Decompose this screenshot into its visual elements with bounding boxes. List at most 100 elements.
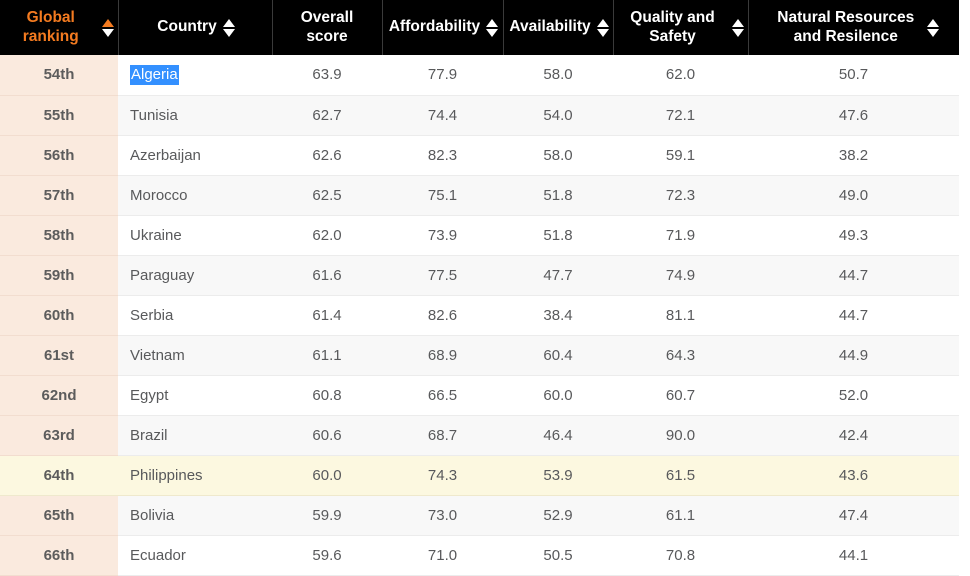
table-row[interactable]: 60thSerbia61.482.638.481.144.7: [0, 295, 959, 335]
table-body: 54thAlgeria63.977.958.062.050.755thTunis…: [0, 55, 959, 575]
cell-country: Bolivia: [118, 495, 272, 535]
cell-quality-and-safety: 64.3: [613, 335, 748, 375]
cell-overall-score: 59.9: [272, 495, 382, 535]
sort-ascending-icon[interactable]: [102, 19, 114, 27]
column-header-quality-and-safety[interactable]: Quality and Safety: [613, 0, 748, 55]
table-header-row: Global ranking Country: [0, 0, 959, 55]
sort-arrows-global-ranking[interactable]: [102, 19, 114, 37]
cell-availability: 38.4: [503, 295, 613, 335]
cell-country: Azerbaijan: [118, 135, 272, 175]
cell-overall-score: 61.1: [272, 335, 382, 375]
cell-overall-score: 60.6: [272, 415, 382, 455]
table-row[interactable]: 66thEcuador59.671.050.570.844.1: [0, 535, 959, 575]
cell-global-ranking: 61st: [0, 335, 118, 375]
cell-global-ranking: 66th: [0, 535, 118, 575]
cell-global-ranking: 60th: [0, 295, 118, 335]
selected-text-highlight[interactable]: Algeria: [130, 65, 179, 85]
sort-descending-icon[interactable]: [927, 29, 939, 37]
cell-availability: 51.8: [503, 175, 613, 215]
cell-country: Algeria: [118, 55, 272, 95]
cell-overall-score: 61.4: [272, 295, 382, 335]
table-row[interactable]: 62ndEgypt60.866.560.060.752.0: [0, 375, 959, 415]
cell-quality-and-safety: 71.9: [613, 215, 748, 255]
cell-affordability: 74.3: [382, 455, 503, 495]
table-row[interactable]: 64thPhilippines60.074.353.961.543.6: [0, 455, 959, 495]
cell-quality-and-safety: 70.8: [613, 535, 748, 575]
column-header-natural-resources-and-resilence[interactable]: Natural Resources and Resilence: [748, 0, 959, 55]
cell-quality-and-safety: 61.1: [613, 495, 748, 535]
cell-natural-resources-and-resilence: 47.6: [748, 95, 959, 135]
table-row[interactable]: 57thMorocco62.575.151.872.349.0: [0, 175, 959, 215]
sort-descending-icon[interactable]: [732, 29, 744, 37]
column-header-label: Affordability: [387, 18, 482, 36]
cell-global-ranking: 58th: [0, 215, 118, 255]
cell-global-ranking: 55th: [0, 95, 118, 135]
cell-affordability: 77.5: [382, 255, 503, 295]
sort-arrows-availability[interactable]: [597, 19, 609, 37]
cell-country: Paraguay: [118, 255, 272, 295]
column-header-overall-score[interactable]: Overall score: [272, 0, 382, 55]
cell-global-ranking: 63rd: [0, 415, 118, 455]
sort-arrows-quality-and-safety[interactable]: [732, 19, 744, 37]
cell-overall-score: 59.6: [272, 535, 382, 575]
cell-affordability: 71.0: [382, 535, 503, 575]
cell-affordability: 82.6: [382, 295, 503, 335]
sort-descending-icon[interactable]: [223, 29, 235, 37]
cell-affordability: 66.5: [382, 375, 503, 415]
sort-descending-icon[interactable]: [597, 29, 609, 37]
sort-descending-icon[interactable]: [102, 29, 114, 37]
table-row[interactable]: 61stVietnam61.168.960.464.344.9: [0, 335, 959, 375]
sort-ascending-icon[interactable]: [597, 19, 609, 27]
column-header-affordability[interactable]: Affordability: [382, 0, 503, 55]
column-header-label: Natural Resources and Resilence: [769, 9, 923, 46]
table-row[interactable]: 54thAlgeria63.977.958.062.050.7: [0, 55, 959, 95]
cell-global-ranking: 65th: [0, 495, 118, 535]
cell-natural-resources-and-resilence: 42.4: [748, 415, 959, 455]
cell-natural-resources-and-resilence: 52.0: [748, 375, 959, 415]
cell-overall-score: 61.6: [272, 255, 382, 295]
cell-country: Vietnam: [118, 335, 272, 375]
cell-quality-and-safety: 81.1: [613, 295, 748, 335]
cell-country: Egypt: [118, 375, 272, 415]
cell-country: Philippines: [118, 455, 272, 495]
table-row[interactable]: 56thAzerbaijan62.682.358.059.138.2: [0, 135, 959, 175]
sort-ascending-icon[interactable]: [486, 19, 498, 27]
cell-availability: 51.8: [503, 215, 613, 255]
table-row[interactable]: 59thParaguay61.677.547.774.944.7: [0, 255, 959, 295]
cell-overall-score: 62.7: [272, 95, 382, 135]
column-header-label: Country: [155, 18, 218, 36]
cell-natural-resources-and-resilence: 44.9: [748, 335, 959, 375]
cell-country: Ukraine: [118, 215, 272, 255]
cell-availability: 53.9: [503, 455, 613, 495]
sort-arrows-natural-resources-and-resilence[interactable]: [927, 19, 939, 37]
cell-affordability: 82.3: [382, 135, 503, 175]
sort-ascending-icon[interactable]: [927, 19, 939, 27]
table-row[interactable]: 65thBolivia59.973.052.961.147.4: [0, 495, 959, 535]
cell-global-ranking: 62nd: [0, 375, 118, 415]
cell-quality-and-safety: 61.5: [613, 455, 748, 495]
cell-natural-resources-and-resilence: 43.6: [748, 455, 959, 495]
column-header-country[interactable]: Country: [118, 0, 272, 55]
cell-global-ranking: 59th: [0, 255, 118, 295]
cell-quality-and-safety: 62.0: [613, 55, 748, 95]
cell-natural-resources-and-resilence: 49.0: [748, 175, 959, 215]
cell-country: Ecuador: [118, 535, 272, 575]
table-row[interactable]: 58thUkraine62.073.951.871.949.3: [0, 215, 959, 255]
column-header-availability[interactable]: Availability: [503, 0, 613, 55]
sort-arrows-affordability[interactable]: [486, 19, 498, 37]
cell-availability: 60.0: [503, 375, 613, 415]
cell-availability: 60.4: [503, 335, 613, 375]
column-header-label: Availability: [507, 18, 592, 36]
sort-ascending-icon[interactable]: [223, 19, 235, 27]
sort-arrows-country[interactable]: [223, 19, 235, 37]
table-row[interactable]: 63rdBrazil60.668.746.490.042.4: [0, 415, 959, 455]
table-row[interactable]: 55thTunisia62.774.454.072.147.6: [0, 95, 959, 135]
cell-global-ranking: 57th: [0, 175, 118, 215]
column-header-global-ranking[interactable]: Global ranking: [0, 0, 118, 55]
table-header: Global ranking Country: [0, 0, 959, 55]
sort-ascending-icon[interactable]: [732, 19, 744, 27]
column-header-label: Global ranking: [4, 9, 98, 46]
cell-quality-and-safety: 59.1: [613, 135, 748, 175]
cell-quality-and-safety: 90.0: [613, 415, 748, 455]
sort-descending-icon[interactable]: [486, 29, 498, 37]
